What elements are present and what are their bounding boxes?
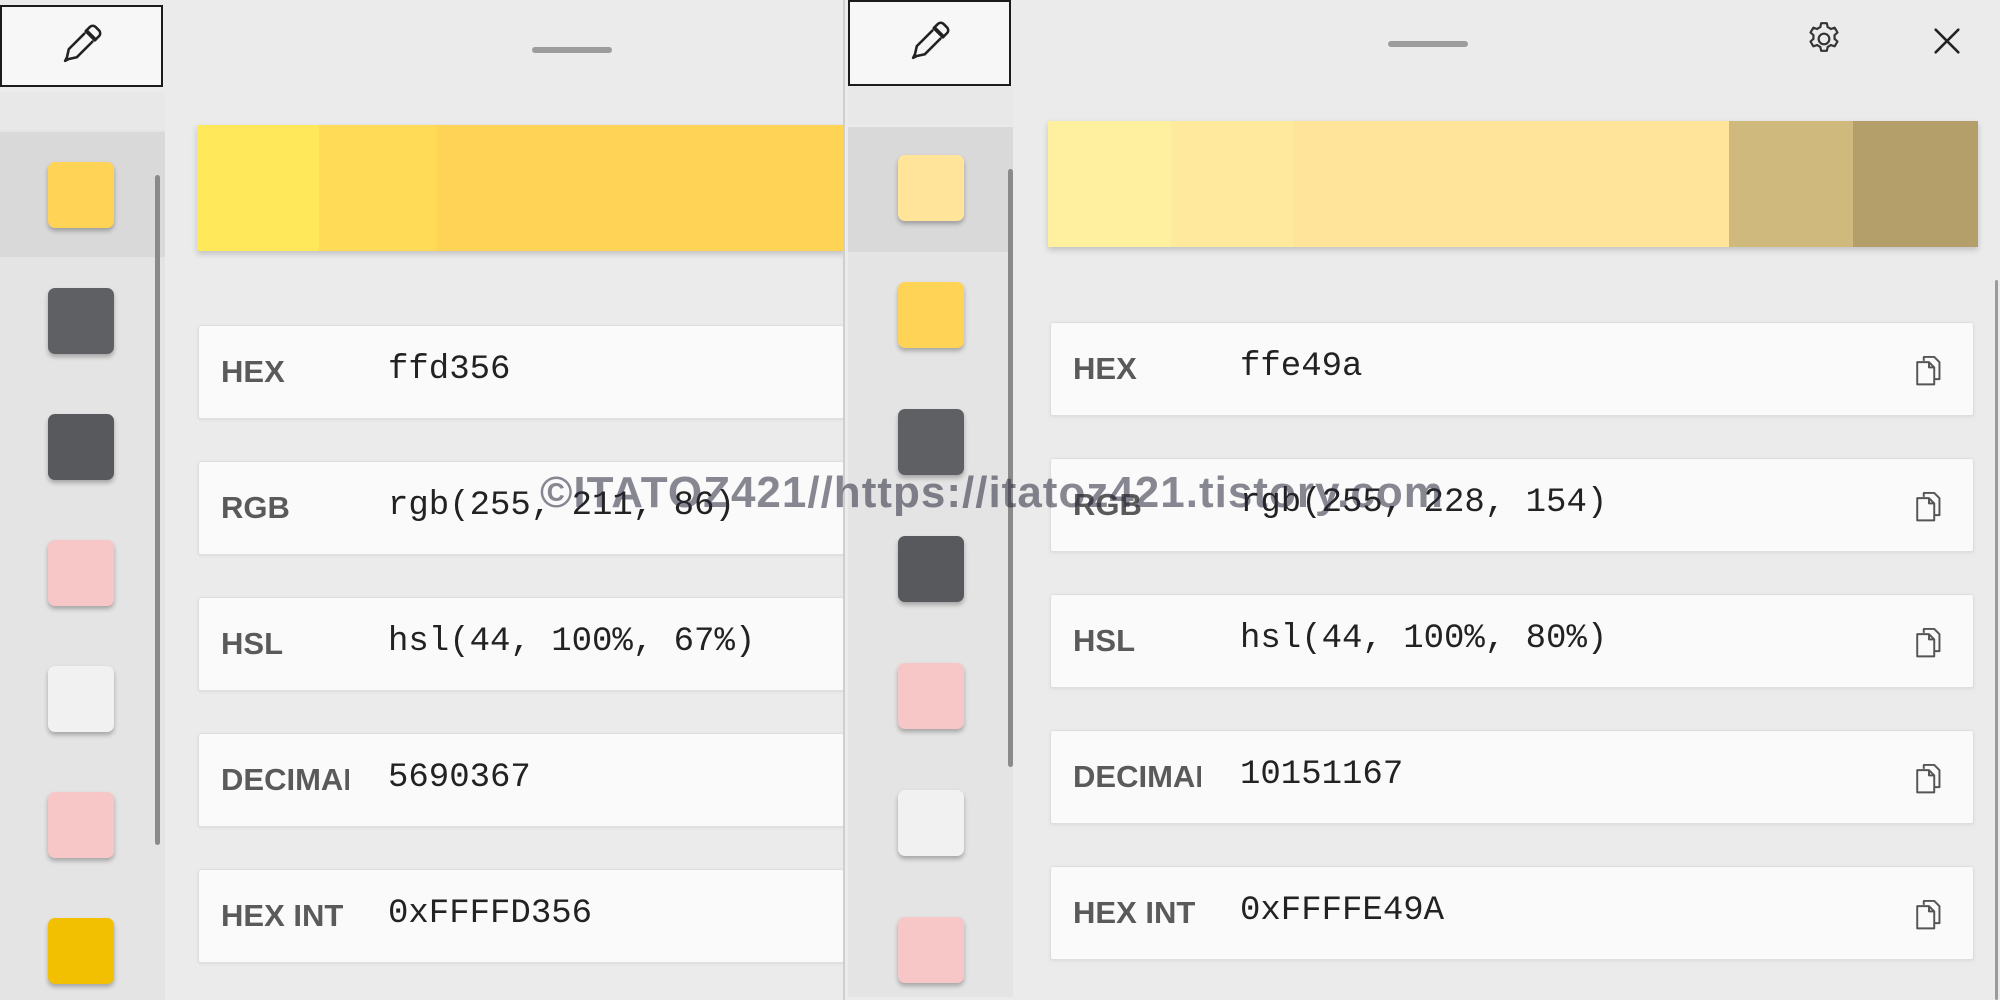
format-label: RGB <box>1073 487 1142 522</box>
shade-swatch[interactable] <box>1293 121 1729 247</box>
close-icon <box>1930 24 1964 63</box>
shade-swatch[interactable] <box>1729 121 1853 247</box>
format-value[interactable]: 10151167 <box>1240 756 1403 794</box>
history-swatch[interactable] <box>898 155 964 221</box>
left-color-picker-window: HEX ffd356 RGB rgb(255, 211, 86) HSL hsl(44, … <box>0 0 845 1000</box>
format-label: HEX <box>1073 351 1137 386</box>
format-value[interactable]: ffd356 <box>388 351 510 389</box>
shade-swatch[interactable] <box>437 125 843 251</box>
color-format-row: HSL hsl(44, 100%, 80%) <box>1050 594 1974 688</box>
drag-handle[interactable] <box>532 47 612 53</box>
copy-icon <box>1913 355 1945 391</box>
color-format-row: HSL hsl(44, 100%, 67%) <box>198 597 843 691</box>
copy-icon <box>1913 763 1945 799</box>
format-label: HEX INT <box>1073 895 1196 930</box>
format-value[interactable]: 0xFFFFE49A <box>1240 892 1444 930</box>
color-shades-bar <box>1048 121 1978 247</box>
copy-icon <box>1913 627 1945 663</box>
shade-swatch[interactable] <box>1853 121 1978 247</box>
shade-swatch[interactable] <box>1048 121 1171 247</box>
close-button[interactable] <box>1925 21 1969 65</box>
color-format-row: HEX INT 0xFFFFD356 <box>198 869 843 963</box>
history-swatch[interactable] <box>48 918 114 984</box>
history-swatch[interactable] <box>48 414 114 480</box>
format-value[interactable]: 5690367 <box>388 759 531 797</box>
format-value[interactable]: hsl(44, 100%, 80%) <box>1240 620 1607 658</box>
format-label: DECIMAL <box>221 762 349 797</box>
color-format-row: RGB rgb(255, 211, 86) <box>198 461 843 555</box>
settings-button[interactable] <box>1802 19 1846 63</box>
copy-button[interactable] <box>1913 625 1945 659</box>
history-swatch[interactable] <box>898 663 964 729</box>
format-label: HSL <box>1073 623 1135 658</box>
format-value[interactable]: ffe49a <box>1240 348 1362 386</box>
history-swatch[interactable] <box>48 540 114 606</box>
color-format-row: HEX INT 0xFFFFE49A <box>1050 866 1974 960</box>
format-value[interactable]: hsl(44, 100%, 67%) <box>388 623 755 661</box>
color-format-row: RGB rgb(255, 228, 154) <box>1050 458 1974 552</box>
main-scrollbar[interactable] <box>1995 280 1998 1000</box>
format-label: HEX INT <box>221 898 344 933</box>
history-swatch[interactable] <box>48 792 114 858</box>
drag-handle[interactable] <box>1388 41 1468 47</box>
history-swatch[interactable] <box>898 536 964 602</box>
format-label: DECIMAL <box>1073 759 1201 794</box>
color-format-row: DECIMAL 10151167 <box>1050 730 1974 824</box>
right-color-picker-window: HEX ffe49a RGB rgb(255, 228, 154) HSL hsl(44,… <box>845 0 2000 1000</box>
sidebar-scrollbar[interactable] <box>1008 169 1013 767</box>
history-swatch[interactable] <box>48 666 114 732</box>
history-swatch[interactable] <box>898 917 964 983</box>
sidebar-spacer <box>0 92 165 130</box>
eyedropper-icon <box>908 19 952 68</box>
history-swatch[interactable] <box>898 409 964 475</box>
color-picker-button[interactable] <box>0 5 163 87</box>
color-format-row: DECIMAL 5690367 <box>198 733 843 827</box>
color-shades-bar <box>197 125 843 251</box>
history-swatch[interactable] <box>898 790 964 856</box>
color-format-row: HEX ffd356 <box>198 325 843 419</box>
sidebar-spacer <box>848 87 1013 125</box>
format-value[interactable]: 0xFFFFD356 <box>388 895 592 933</box>
copy-icon <box>1913 491 1945 527</box>
gear-icon <box>1804 19 1844 64</box>
format-value[interactable]: rgb(255, 211, 86) <box>388 487 735 525</box>
copy-button[interactable] <box>1913 897 1945 931</box>
history-swatch[interactable] <box>898 282 964 348</box>
shade-swatch[interactable] <box>197 125 319 251</box>
copy-button[interactable] <box>1913 353 1945 387</box>
history-swatch[interactable] <box>48 288 114 354</box>
shade-swatch[interactable] <box>1171 121 1293 247</box>
format-label: HSL <box>221 626 283 661</box>
color-format-row: HEX ffe49a <box>1050 322 1974 416</box>
history-swatch[interactable] <box>48 162 114 228</box>
color-picker-button[interactable] <box>848 0 1011 86</box>
copy-button[interactable] <box>1913 761 1945 795</box>
format-value[interactable]: rgb(255, 228, 154) <box>1240 484 1607 522</box>
shade-swatch[interactable] <box>319 125 437 251</box>
copy-icon <box>1913 899 1945 935</box>
eyedropper-icon <box>60 22 104 71</box>
copy-button[interactable] <box>1913 489 1945 523</box>
sidebar-scrollbar[interactable] <box>155 175 160 845</box>
format-label: HEX <box>221 354 285 389</box>
format-label: RGB <box>221 490 290 525</box>
